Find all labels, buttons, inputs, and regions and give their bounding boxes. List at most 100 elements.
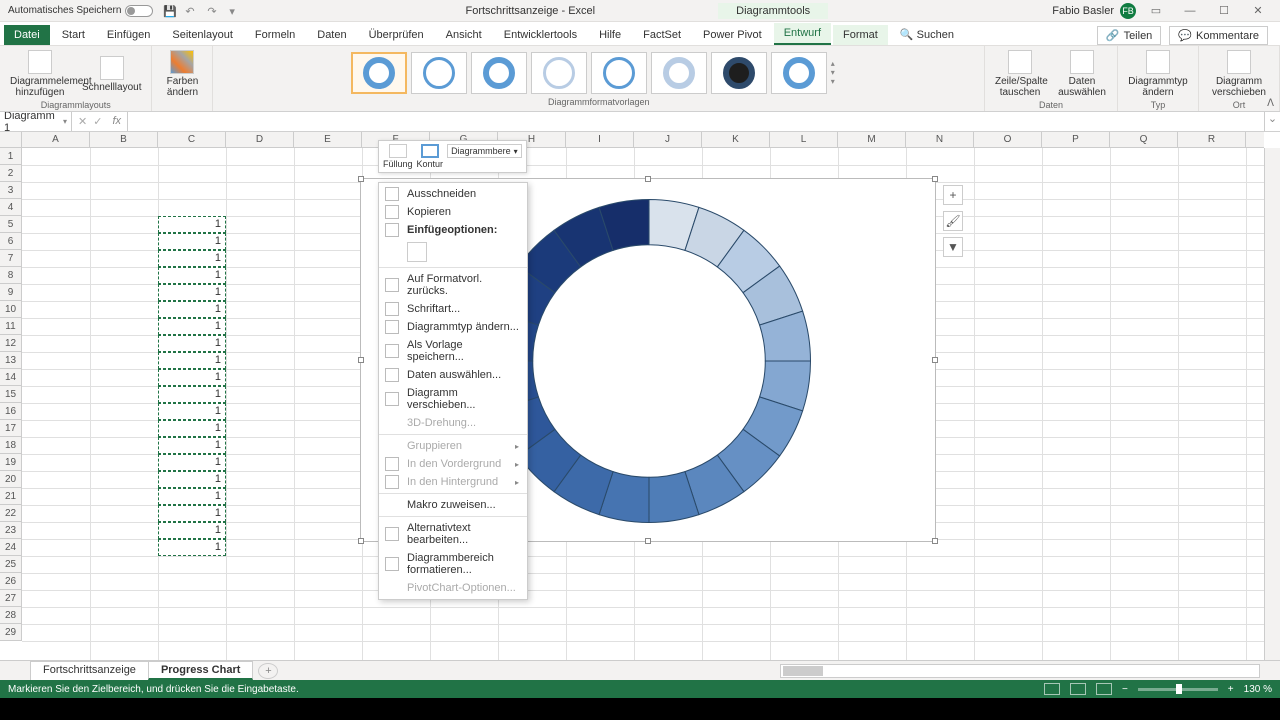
formula-input[interactable] bbox=[127, 112, 1264, 131]
ribbon-display-icon[interactable]: ▭ bbox=[1142, 1, 1170, 21]
zoom-in-button[interactable]: + bbox=[1228, 684, 1234, 695]
column-header[interactable]: L bbox=[770, 132, 838, 147]
tab-hilfe[interactable]: Hilfe bbox=[589, 25, 631, 45]
move-chart-button[interactable]: Diagramm verschieben bbox=[1205, 48, 1273, 100]
search-tab[interactable]: 🔍 Suchen bbox=[890, 24, 964, 45]
row-header[interactable]: 28 bbox=[0, 607, 21, 624]
close-icon[interactable]: ✕ bbox=[1244, 1, 1272, 21]
change-chart-type-button[interactable]: Diagrammtyp ändern bbox=[1124, 48, 1192, 100]
zoom-slider[interactable] bbox=[1138, 688, 1218, 691]
chart-style-7[interactable] bbox=[711, 52, 767, 94]
resize-handle[interactable] bbox=[932, 357, 938, 363]
context-menu-item[interactable]: Daten auswählen... bbox=[379, 366, 527, 384]
column-header[interactable]: J bbox=[634, 132, 702, 147]
column-header[interactable]: C bbox=[158, 132, 226, 147]
zoom-out-button[interactable]: − bbox=[1122, 684, 1128, 695]
cell[interactable]: 1 bbox=[158, 471, 226, 488]
zoom-level[interactable]: 130 % bbox=[1244, 684, 1272, 695]
context-menu-item[interactable]: Alternativtext bearbeiten... bbox=[379, 519, 527, 549]
column-header[interactable]: N bbox=[906, 132, 974, 147]
context-menu-item[interactable]: Ausschneiden bbox=[379, 185, 527, 203]
row-header[interactable]: 20 bbox=[0, 471, 21, 488]
column-header[interactable]: B bbox=[90, 132, 158, 147]
context-menu-item[interactable]: Als Vorlage speichern... bbox=[379, 336, 527, 366]
cancel-formula-icon[interactable]: ✕ bbox=[78, 115, 87, 128]
row-header[interactable]: 2 bbox=[0, 165, 21, 182]
chart-elements-button[interactable]: + bbox=[943, 185, 963, 205]
row-header[interactable]: 16 bbox=[0, 403, 21, 420]
chart-style-4[interactable] bbox=[531, 52, 587, 94]
tab-format[interactable]: Format bbox=[833, 25, 888, 45]
row-header[interactable]: 18 bbox=[0, 437, 21, 454]
row-header[interactable]: 10 bbox=[0, 301, 21, 318]
select-all-button[interactable] bbox=[0, 132, 22, 148]
minimize-icon[interactable]: — bbox=[1176, 1, 1204, 21]
cell[interactable]: 1 bbox=[158, 318, 226, 335]
name-box[interactable]: Diagramm 1 bbox=[0, 112, 72, 131]
tab-ansicht[interactable]: Ansicht bbox=[436, 25, 492, 45]
chart-filters-button[interactable]: ▼ bbox=[943, 237, 963, 257]
share-button[interactable]: 🔗 Teilen bbox=[1097, 26, 1161, 45]
column-header[interactable]: O bbox=[974, 132, 1042, 147]
tab-seitenlayout[interactable]: Seitenlayout bbox=[162, 25, 243, 45]
outline-button[interactable]: Kontur bbox=[417, 144, 444, 169]
context-menu-item[interactable]: Kopieren bbox=[379, 203, 527, 221]
tab-factset[interactable]: FactSet bbox=[633, 25, 691, 45]
cell[interactable]: 1 bbox=[158, 437, 226, 454]
resize-handle[interactable] bbox=[645, 538, 651, 544]
row-header[interactable]: 22 bbox=[0, 505, 21, 522]
row-header[interactable]: 1 bbox=[0, 148, 21, 165]
cell[interactable]: 1 bbox=[158, 369, 226, 386]
fx-icon[interactable]: fx bbox=[112, 115, 121, 128]
column-header[interactable]: A bbox=[22, 132, 90, 147]
switch-row-col-button[interactable]: Zeile/Spalte tauschen bbox=[991, 48, 1049, 100]
worksheet-area[interactable]: ABCDEFGHIJKLMNOPQR 123456789101112131415… bbox=[0, 132, 1280, 660]
cell[interactable]: 1 bbox=[158, 335, 226, 352]
row-header[interactable]: 25 bbox=[0, 556, 21, 573]
row-header[interactable]: 5 bbox=[0, 216, 21, 233]
tab-einfügen[interactable]: Einfügen bbox=[97, 25, 160, 45]
page-layout-view-icon[interactable] bbox=[1070, 683, 1086, 695]
context-menu-item[interactable]: Diagrammtyp ändern... bbox=[379, 318, 527, 336]
row-header[interactable]: 9 bbox=[0, 284, 21, 301]
column-header[interactable]: M bbox=[838, 132, 906, 147]
row-header[interactable]: 7 bbox=[0, 250, 21, 267]
tab-power pivot[interactable]: Power Pivot bbox=[693, 25, 772, 45]
context-menu-item[interactable]: Einfügeoptionen: bbox=[379, 221, 527, 239]
tab-start[interactable]: Start bbox=[52, 25, 95, 45]
cell[interactable]: 1 bbox=[158, 488, 226, 505]
row-header[interactable]: 6 bbox=[0, 233, 21, 250]
cell[interactable]: 1 bbox=[158, 403, 226, 420]
paste-option-button[interactable] bbox=[407, 242, 427, 262]
undo-icon[interactable]: ↶ bbox=[185, 5, 197, 17]
cell[interactable]: 1 bbox=[158, 522, 226, 539]
customize-icon[interactable]: ▾ bbox=[229, 5, 241, 17]
tab-überprüfen[interactable]: Überprüfen bbox=[359, 25, 434, 45]
save-icon[interactable]: 💾 bbox=[163, 5, 175, 17]
cell[interactable]: 1 bbox=[158, 539, 226, 556]
resize-handle[interactable] bbox=[358, 538, 364, 544]
row-header[interactable]: 17 bbox=[0, 420, 21, 437]
cell[interactable]: 1 bbox=[158, 267, 226, 284]
doughnut-chart[interactable] bbox=[479, 191, 819, 531]
cell[interactable]: 1 bbox=[158, 250, 226, 267]
context-menu-item[interactable]: Makro zuweisen... bbox=[379, 496, 527, 514]
context-menu-item[interactable]: Auf Formatvorl. zurücks. bbox=[379, 270, 527, 300]
column-header[interactable]: K bbox=[702, 132, 770, 147]
row-header[interactable]: 29 bbox=[0, 624, 21, 641]
row-header[interactable]: 3 bbox=[0, 182, 21, 199]
context-menu-item[interactable]: Diagrammbereich formatieren... bbox=[379, 549, 527, 579]
resize-handle[interactable] bbox=[932, 538, 938, 544]
tab-formeln[interactable]: Formeln bbox=[245, 25, 305, 45]
user-avatar[interactable]: FB bbox=[1120, 3, 1136, 19]
chart-style-5[interactable] bbox=[591, 52, 647, 94]
tab-file[interactable]: Datei bbox=[4, 25, 50, 45]
resize-handle[interactable] bbox=[358, 176, 364, 182]
row-header[interactable]: 23 bbox=[0, 522, 21, 539]
collapse-ribbon-icon[interactable]: ᐱ bbox=[1267, 98, 1274, 109]
cell[interactable]: 1 bbox=[158, 233, 226, 250]
row-header[interactable]: 15 bbox=[0, 386, 21, 403]
cell[interactable]: 1 bbox=[158, 352, 226, 369]
select-data-button[interactable]: Daten auswählen bbox=[1053, 48, 1111, 100]
vertical-scrollbar[interactable] bbox=[1264, 148, 1280, 660]
